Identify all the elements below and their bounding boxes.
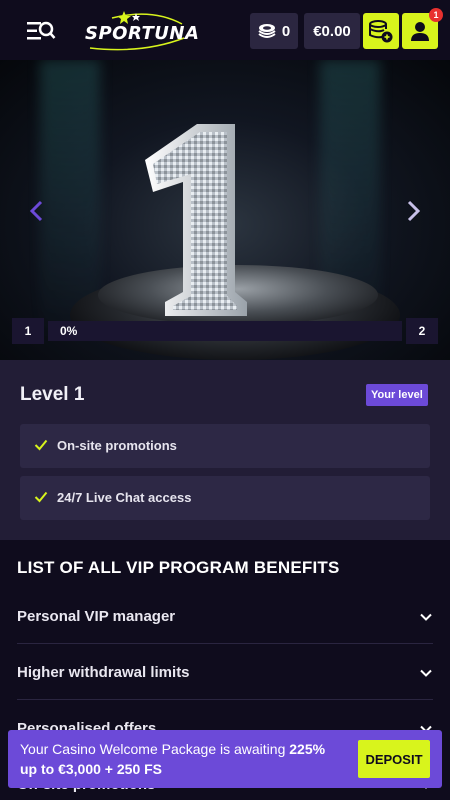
deposit-button[interactable]: DEPOSIT xyxy=(358,740,430,778)
benefit-label: 24/7 Live Chat access xyxy=(57,490,192,505)
benefit-label: On-site promotions xyxy=(57,438,177,453)
logo-text: SPORTUNA xyxy=(85,23,200,44)
coins-counter[interactable]: 0 xyxy=(250,13,298,49)
deposit-wallet-button[interactable] xyxy=(363,13,399,49)
coins-icon xyxy=(258,24,276,38)
chevron-down-icon xyxy=(420,669,432,677)
balance-amount: €0.00 xyxy=(313,22,351,40)
coins-count: 0 xyxy=(281,22,291,40)
account-button[interactable]: 1 xyxy=(402,8,443,49)
chevron-down-icon xyxy=(420,613,432,621)
progress-track: 0% xyxy=(48,321,402,341)
level-number-illustration xyxy=(145,124,247,316)
welcome-package-banner: Your Casino Welcome Package is awaiting … xyxy=(8,730,442,788)
previous-level-arrow[interactable] xyxy=(24,198,50,224)
check-icon xyxy=(34,491,48,503)
vip-level-hero: 1 0% 2 xyxy=(0,60,450,360)
menu-search-icon[interactable] xyxy=(26,20,56,42)
notification-badge: 1 xyxy=(429,8,443,22)
promo-message: Your Casino Welcome Package is awaiting … xyxy=(20,739,340,779)
level-progress: 1 0% 2 xyxy=(12,318,438,344)
level-title: Level 1 xyxy=(20,384,85,405)
next-level-arrow[interactable] xyxy=(400,198,426,224)
next-level-number: 2 xyxy=(406,318,438,344)
sportuna-logo[interactable]: SPORTUNA xyxy=(82,10,199,54)
current-level-number: 1 xyxy=(12,318,44,344)
check-icon xyxy=(34,439,48,451)
chevron-right-icon xyxy=(407,200,421,222)
user-icon xyxy=(411,22,429,41)
accordion-personal-vip-manager[interactable]: Personal VIP manager xyxy=(17,588,433,644)
promo-percent: 225% xyxy=(289,741,326,757)
level-benefit: On-site promotions xyxy=(20,424,430,468)
your-level-badge: Your level xyxy=(366,384,428,406)
accordion-higher-withdrawal-limits[interactable]: Higher withdrawal limits xyxy=(17,644,433,700)
accordion-label: Higher withdrawal limits xyxy=(17,664,190,681)
level-details: Level 1 Your level On-site promotions 24… xyxy=(0,360,450,540)
balance-display[interactable]: €0.00 xyxy=(304,13,360,49)
top-header: SPORTUNA 0 €0.00 1 xyxy=(0,0,450,60)
progress-percent: 0% xyxy=(60,324,78,338)
level-benefit: 24/7 Live Chat access xyxy=(20,476,430,520)
vip-list-title: LIST OF ALL VIP PROGRAM BENEFITS xyxy=(17,558,340,577)
chevron-left-icon xyxy=(29,200,43,222)
promo-text-prefix: Your Casino Welcome Package is awaiting xyxy=(20,741,290,757)
promo-amount: up to €3,000 + 250 FS xyxy=(20,761,163,777)
accordion-label: Personal VIP manager xyxy=(17,608,176,625)
coins-add-icon xyxy=(369,20,393,43)
